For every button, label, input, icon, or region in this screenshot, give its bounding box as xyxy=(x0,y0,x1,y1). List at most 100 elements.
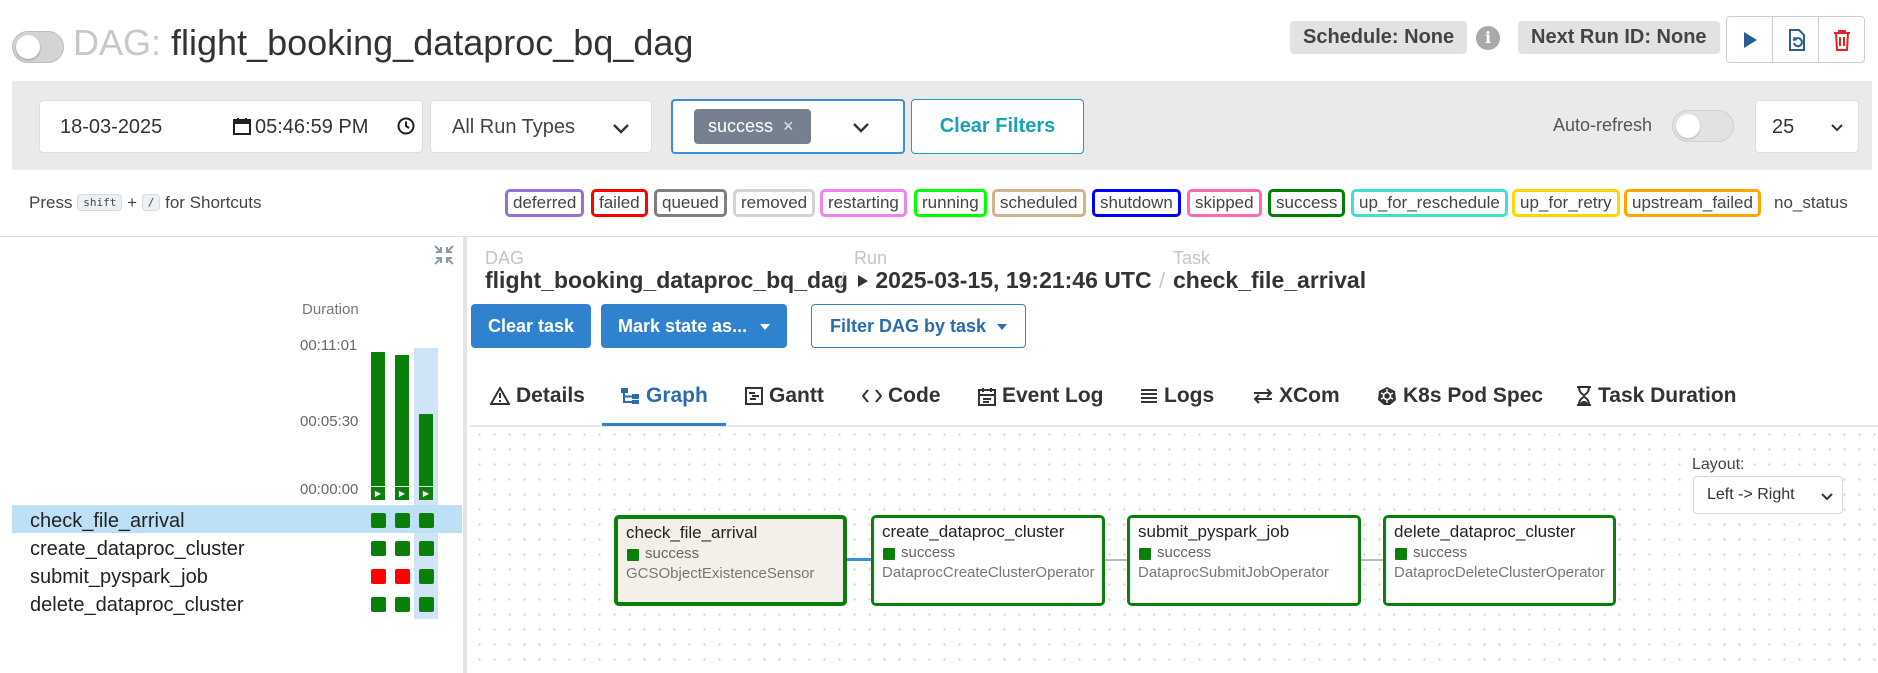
legend-running[interactable]: running xyxy=(914,189,987,217)
legend-no-status[interactable]: no_status xyxy=(1774,193,1848,213)
date-value: 18-03-2025 xyxy=(60,116,163,138)
shortcuts-hint: Press shift + / for Shortcuts xyxy=(29,193,261,213)
breadcrumb-run[interactable]: 2025-03-15, 19:21:46 UTC xyxy=(857,267,1152,294)
clear-filters-button[interactable]: Clear Filters xyxy=(911,99,1084,154)
legend-failed[interactable]: failed xyxy=(591,189,648,217)
tab-event-log[interactable]: Event Log xyxy=(978,384,1104,408)
chevron-down-icon xyxy=(613,124,629,134)
base-date-input[interactable]: 18-03-2025 05:46:59 PM xyxy=(39,100,423,153)
task-instance-cell[interactable] xyxy=(395,597,410,612)
legend-restarting[interactable]: restarting xyxy=(820,189,907,217)
task-name-delete-dataproc-cluster[interactable]: delete_dataproc_cluster xyxy=(30,594,243,617)
task-instance-cell[interactable] xyxy=(371,597,386,612)
graph-node-delete-dataproc-cluster[interactable]: delete_dataproc_cluster success DataprocDe… xyxy=(1383,515,1616,606)
breadcrumb-task[interactable]: check_file_arrival xyxy=(1173,267,1366,294)
gantt-icon xyxy=(745,387,763,405)
run-state-select[interactable]: success × xyxy=(671,99,905,154)
run-duration-bar[interactable] xyxy=(419,414,433,486)
graph-node-create-dataproc-cluster[interactable]: create_dataproc_cluster success DataprocCr… xyxy=(871,515,1105,606)
tab-label: Logs xyxy=(1164,384,1215,407)
divider xyxy=(0,236,1878,237)
play-icon[interactable]: ▶ xyxy=(395,487,409,500)
clock-icon[interactable] xyxy=(397,117,415,135)
collapse-icon[interactable] xyxy=(432,243,456,267)
tab-xcom[interactable]: XCom xyxy=(1253,384,1340,408)
task-instance-cell[interactable] xyxy=(371,541,386,556)
node-name: submit_pyspark_job xyxy=(1138,522,1290,541)
node-operator: DataprocCreateClusterOperator xyxy=(882,564,1095,581)
tab-code[interactable]: Code xyxy=(862,384,941,408)
legend-up-for-reschedule[interactable]: up_for_reschedule xyxy=(1351,189,1508,217)
task-instance-cell[interactable] xyxy=(395,513,410,528)
mark-state-button[interactable]: Mark state as... xyxy=(601,304,788,348)
trigger-dag-button[interactable] xyxy=(1726,16,1773,63)
task-instance-cell[interactable] xyxy=(419,541,434,556)
run-duration-bar[interactable] xyxy=(395,355,409,486)
info-icon[interactable]: i xyxy=(1476,26,1500,50)
legend-queued[interactable]: queued xyxy=(654,189,727,217)
dag-prefix: DAG: xyxy=(73,22,162,63)
task-name-create-dataproc-cluster[interactable]: create_dataproc_cluster xyxy=(30,538,245,561)
node-operator: DataprocSubmitJobOperator xyxy=(1138,564,1329,581)
run-duration-bar[interactable] xyxy=(371,352,385,486)
task-instance-cell[interactable] xyxy=(395,541,410,556)
state-tag-label: success xyxy=(708,116,774,136)
tab-details[interactable]: Details xyxy=(490,384,585,408)
kubernetes-icon xyxy=(1378,387,1396,405)
legend-deferred[interactable]: deferred xyxy=(505,189,585,217)
next-run-badge: Next Run ID: None xyxy=(1518,21,1720,54)
tab-label: XCom xyxy=(1279,384,1340,407)
graph-edge xyxy=(846,558,872,561)
legend-skipped[interactable]: skipped xyxy=(1187,189,1262,217)
calendar-icon[interactable] xyxy=(233,117,251,135)
clear-task-button[interactable]: Clear task xyxy=(471,304,592,348)
tab-k8s-pod-spec[interactable]: K8s Pod Spec xyxy=(1377,384,1543,408)
legend-shutdown[interactable]: shutdown xyxy=(1092,189,1181,217)
tab-label: Code xyxy=(888,384,941,407)
tab-graph[interactable]: Graph xyxy=(620,384,708,408)
num-runs-select[interactable]: 25 xyxy=(1755,100,1859,153)
graph-node-check-file-arrival[interactable]: check_file_arrival success GCSObjectExiste… xyxy=(614,515,847,606)
reparse-dag-button[interactable] xyxy=(1772,16,1819,63)
dag-title: flight_booking_dataproc_bq_dag xyxy=(171,22,694,63)
task-name-check-file-arrival[interactable]: check_file_arrival xyxy=(30,510,185,533)
task-instance-cell[interactable] xyxy=(371,569,386,584)
shift-key: shift xyxy=(77,194,123,211)
auto-refresh-toggle[interactable] xyxy=(1672,110,1734,142)
caret-down-icon xyxy=(760,324,771,330)
tab-label: Event Log xyxy=(1002,384,1104,407)
breadcrumb-task-label: Task xyxy=(1173,248,1211,268)
task-instance-cell[interactable] xyxy=(419,513,434,528)
task-instance-cell[interactable] xyxy=(371,513,386,528)
state-square-icon xyxy=(883,548,895,560)
legend-success[interactable]: success xyxy=(1268,189,1346,217)
tab-logs[interactable]: Logs xyxy=(1140,384,1214,408)
legend-removed[interactable]: removed xyxy=(733,189,816,217)
dag-pause-toggle[interactable] xyxy=(12,31,64,63)
breadcrumb-dag[interactable]: flight_booking_dataproc_bq_dag xyxy=(485,267,848,294)
tab-gantt[interactable]: Gantt xyxy=(745,384,824,408)
refresh-document-icon xyxy=(1788,28,1805,51)
auto-refresh-label: Auto-refresh xyxy=(1553,115,1653,135)
active-tab-indicator xyxy=(602,423,726,426)
task-instance-cell[interactable] xyxy=(419,569,434,584)
task-instance-cell[interactable] xyxy=(419,597,434,612)
filter-dag-by-task-button[interactable]: Filter DAG by task xyxy=(811,304,1027,348)
graph-icon xyxy=(621,388,639,404)
task-name-submit-pyspark-job[interactable]: submit_pyspark_job xyxy=(30,566,208,589)
breadcrumb-separator: / xyxy=(839,268,846,293)
play-icon[interactable]: ▶ xyxy=(371,487,385,500)
legend-up-for-retry[interactable]: up_for_retry xyxy=(1512,189,1620,217)
panel-resizer[interactable] xyxy=(463,237,467,673)
remove-tag-icon[interactable]: × xyxy=(783,109,794,144)
run-type-select[interactable]: All Run Types xyxy=(430,100,652,153)
task-instance-cell[interactable] xyxy=(395,569,410,584)
legend-upstream-failed[interactable]: upstream_failed xyxy=(1624,189,1761,217)
legend-scheduled[interactable]: scheduled xyxy=(992,189,1086,217)
graph-node-submit-pyspark-job[interactable]: submit_pyspark_job success DataprocSubmitJ… xyxy=(1127,515,1361,606)
layout-select[interactable]: Left -> Right xyxy=(1693,476,1843,514)
delete-dag-button[interactable] xyxy=(1818,16,1865,63)
tab-task-duration[interactable]: Task Duration xyxy=(1576,384,1736,408)
play-icon[interactable]: ▶ xyxy=(419,487,433,500)
duration-tick-mid: 00:05:30 xyxy=(300,413,359,430)
